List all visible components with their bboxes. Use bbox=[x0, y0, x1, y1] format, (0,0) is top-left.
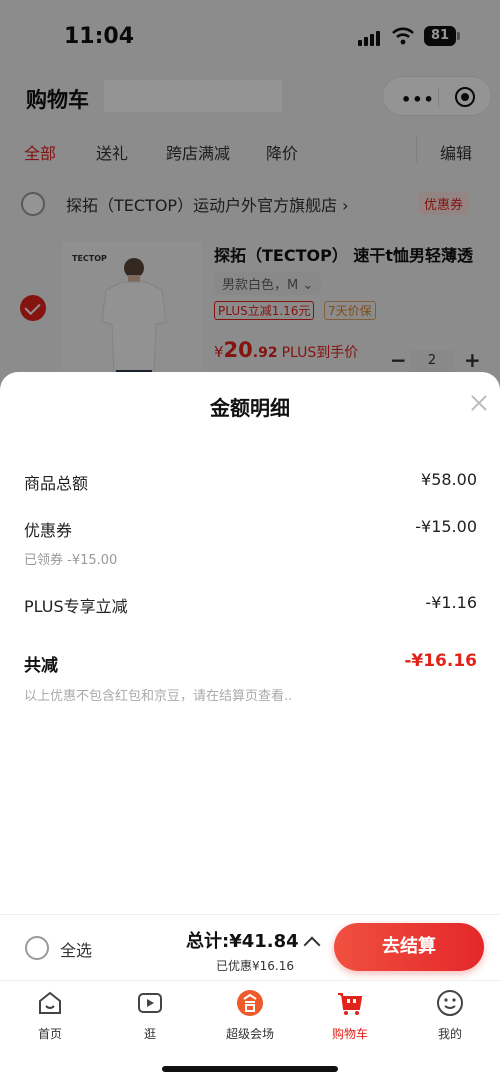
plus-discount-label: PLUS专享立减 bbox=[24, 597, 128, 616]
home-icon bbox=[39, 991, 61, 1014]
tabbar-item-venue[interactable]: 超级会场 bbox=[200, 987, 300, 1047]
tabbar-label-home: 首页 bbox=[37, 1027, 62, 1041]
close-icon[interactable] bbox=[470, 394, 488, 412]
tabbar-label-profile: 我的 bbox=[437, 1027, 462, 1041]
total-discount-value: -¥16.16 bbox=[404, 651, 477, 671]
chevron-up-icon[interactable] bbox=[303, 936, 321, 954]
plus-discount-value: -¥1.16 bbox=[425, 593, 477, 612]
profile-icon bbox=[437, 990, 463, 1016]
home-indicator bbox=[162, 1066, 338, 1072]
total-price: 总计:¥41.84 bbox=[186, 931, 299, 952]
tabbar-label-browse: 逛 bbox=[143, 1027, 156, 1041]
checkout-bar: 全选 总计:¥41.84 已优惠¥16.16 去结算 bbox=[0, 914, 500, 980]
venue-icon bbox=[237, 990, 263, 1016]
coupon-sub: 已领券 -¥15.00 bbox=[24, 553, 118, 568]
video-icon bbox=[138, 993, 162, 1013]
checkout-button[interactable]: 去结算 bbox=[334, 923, 484, 971]
subtotal-value: ¥58.00 bbox=[421, 470, 477, 489]
tabbar-item-profile[interactable]: 我的 bbox=[400, 987, 500, 1047]
tabbar-label-cart: 购物车 bbox=[331, 1027, 368, 1041]
sheet-title: 金额明细 bbox=[210, 396, 290, 420]
tabbar-item-cart[interactable]: 购物车 bbox=[300, 987, 400, 1047]
discount-note: 以上优惠不包含红包和京豆，请在结算页查看.. bbox=[24, 689, 293, 704]
select-all-label[interactable]: 全选 bbox=[60, 937, 92, 961]
saved-amount: 已优惠¥16.16 bbox=[216, 959, 294, 973]
cart-icon bbox=[338, 993, 363, 1015]
total-discount-label: 共减 bbox=[24, 656, 58, 676]
tabbar-item-browse[interactable]: 逛 bbox=[100, 987, 200, 1047]
coupon-label: 优惠券 bbox=[24, 521, 73, 540]
tabbar-label-venue: 超级会场 bbox=[225, 1027, 274, 1041]
coupon-value: -¥15.00 bbox=[415, 517, 477, 536]
select-all-radio[interactable] bbox=[25, 936, 49, 960]
tabbar-item-home[interactable]: 首页 bbox=[0, 987, 100, 1047]
subtotal-label: 商品总额 bbox=[24, 474, 89, 493]
